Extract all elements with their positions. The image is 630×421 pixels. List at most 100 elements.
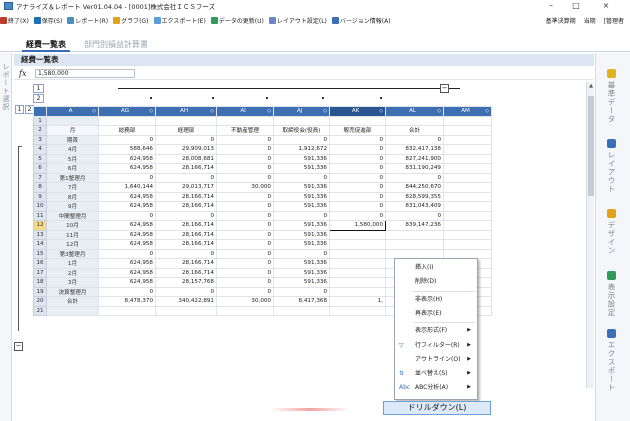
data-cell[interactable] bbox=[443, 153, 492, 164]
side-panel-tab-label[interactable]: 基準データ bbox=[606, 81, 617, 124]
data-cell[interactable]: 839,147,236 bbox=[385, 220, 444, 231]
data-cell[interactable]: 0 bbox=[216, 286, 274, 297]
row-label-cell[interactable] bbox=[46, 115, 99, 126]
row-label-cell[interactable] bbox=[46, 305, 99, 316]
context-menu-item[interactable]: ▽ 行フィルター(R) ▶ bbox=[395, 339, 477, 352]
data-cell[interactable]: 591,336 bbox=[273, 239, 330, 250]
data-cell[interactable]: 28,166,714 bbox=[155, 229, 217, 240]
menu-item-exit[interactable]: 終了(X) bbox=[0, 16, 29, 25]
context-menu-item[interactable]: 挿入(I) bbox=[395, 261, 477, 274]
data-cell[interactable]: 経理部 bbox=[155, 125, 217, 136]
data-cell[interactable]: 1,640,144 bbox=[98, 182, 156, 193]
context-menu-item[interactable]: 再表示(E) bbox=[395, 307, 477, 320]
row-number[interactable]: 10 bbox=[33, 201, 47, 212]
row-number[interactable]: 21 bbox=[33, 305, 47, 316]
row-number[interactable]: 18 bbox=[33, 277, 47, 288]
data-cell[interactable] bbox=[273, 305, 330, 316]
data-cell[interactable] bbox=[385, 229, 444, 240]
data-cell[interactable] bbox=[273, 115, 330, 126]
data-cell[interactable]: 624,958 bbox=[98, 153, 156, 164]
context-menu-item[interactable]: 削除(D) bbox=[395, 275, 477, 288]
menu-item-refresh[interactable]: データの更新(U) bbox=[210, 16, 264, 25]
row-label-cell[interactable]: 11月 bbox=[46, 229, 99, 240]
tab-department-pl[interactable]: 部門別損益計算書 bbox=[80, 38, 152, 52]
data-cell[interactable] bbox=[329, 286, 386, 297]
context-menu-item[interactable]: ⇅ 並べ替え(S) ▶ bbox=[395, 367, 477, 380]
row-label-cell[interactable]: 第3整理月 bbox=[46, 248, 99, 259]
row-number[interactable]: 20 bbox=[33, 296, 47, 307]
column-header-ak[interactable]: AK ◇ bbox=[329, 106, 386, 117]
menu-item-graph[interactable]: グラフ(G) bbox=[113, 16, 149, 25]
data-cell[interactable] bbox=[329, 248, 386, 259]
side-panel-tab-label[interactable]: デザイン bbox=[606, 221, 617, 255]
data-cell[interactable]: 591,336 bbox=[273, 153, 330, 164]
row-number[interactable]: 12 bbox=[33, 220, 47, 231]
data-cell[interactable]: 0 bbox=[155, 134, 217, 145]
row-number[interactable]: 3 bbox=[33, 134, 47, 145]
data-cell[interactable]: 8,417,368 bbox=[273, 296, 330, 307]
outline-row-1[interactable]: 1 bbox=[33, 84, 44, 93]
row-label-cell[interactable]: 9月 bbox=[46, 201, 99, 212]
data-cell[interactable]: 0 bbox=[216, 134, 274, 145]
data-cell[interactable] bbox=[443, 191, 492, 202]
row-number[interactable]: 11 bbox=[33, 210, 47, 221]
data-cell[interactable]: 624,958 bbox=[98, 201, 156, 212]
column-header-am[interactable]: AM ◇ bbox=[443, 106, 492, 117]
data-cell[interactable] bbox=[98, 115, 156, 126]
data-cell[interactable]: 827,241,900 bbox=[385, 153, 444, 164]
data-cell[interactable]: 30,000 bbox=[216, 296, 274, 307]
menu-item-layout[interactable]: レイアウト設定(L) bbox=[268, 16, 327, 25]
data-cell[interactable]: 0 bbox=[329, 144, 386, 155]
data-cell[interactable]: 0 bbox=[273, 134, 330, 145]
menu-item-export[interactable]: エクスポート(E) bbox=[153, 16, 206, 25]
row-label-cell[interactable]: 月 bbox=[46, 125, 99, 136]
data-cell[interactable] bbox=[329, 305, 386, 316]
row-label-cell[interactable]: 7月 bbox=[46, 182, 99, 193]
data-cell[interactable]: 0 bbox=[273, 210, 330, 221]
data-cell[interactable]: 0 bbox=[155, 286, 217, 297]
data-cell[interactable]: 0 bbox=[216, 191, 274, 202]
row-label-cell[interactable]: 10月 bbox=[46, 220, 99, 231]
outline-row-2[interactable]: 2 bbox=[33, 94, 44, 103]
column-group-collapse-button[interactable]: − bbox=[440, 84, 449, 93]
row-number[interactable]: 13 bbox=[33, 229, 47, 240]
data-cell[interactable] bbox=[443, 134, 492, 145]
data-cell[interactable]: 0 bbox=[329, 153, 386, 164]
data-cell[interactable]: 0 bbox=[216, 210, 274, 221]
data-cell[interactable] bbox=[443, 115, 492, 126]
data-cell[interactable]: 624,958 bbox=[98, 229, 156, 240]
data-cell[interactable]: 828,599,355 bbox=[385, 191, 444, 202]
data-cell[interactable]: 0 bbox=[385, 134, 444, 145]
grid-corner[interactable] bbox=[33, 106, 47, 117]
data-cell[interactable] bbox=[443, 220, 492, 231]
data-cell[interactable]: 0 bbox=[329, 163, 386, 174]
data-cell[interactable]: 624,958 bbox=[98, 267, 156, 278]
row-label-cell[interactable]: 2月 bbox=[46, 267, 99, 278]
row-number[interactable]: 19 bbox=[33, 286, 47, 297]
data-cell[interactable]: 624,958 bbox=[98, 163, 156, 174]
data-cell[interactable] bbox=[443, 210, 492, 221]
data-cell[interactable]: 831,190,249 bbox=[385, 163, 444, 174]
data-cell[interactable]: 0 bbox=[98, 210, 156, 221]
data-cell[interactable]: 591,336 bbox=[273, 163, 330, 174]
data-cell[interactable]: 28,166,714 bbox=[155, 191, 217, 202]
data-cell[interactable]: 8,478,370 bbox=[98, 296, 156, 307]
row-number[interactable]: 14 bbox=[33, 239, 47, 250]
data-cell[interactable]: 831,043,409 bbox=[385, 201, 444, 212]
menu-item-info[interactable]: バージョン情報(A) bbox=[331, 16, 391, 25]
drilldown-menu-item[interactable]: ドリルダウン(L) bbox=[383, 401, 491, 415]
data-cell[interactable] bbox=[443, 239, 492, 250]
data-cell[interactable]: 28,157,768 bbox=[155, 277, 217, 288]
design-icon[interactable] bbox=[607, 209, 616, 218]
data-cell[interactable]: 624,958 bbox=[98, 258, 156, 269]
data-cell[interactable]: 0 bbox=[155, 210, 217, 221]
data-cell[interactable]: 28,166,714 bbox=[155, 267, 217, 278]
data-cell[interactable] bbox=[329, 239, 386, 250]
data-cell[interactable]: 0 bbox=[385, 172, 444, 183]
data-cell[interactable]: 0 bbox=[216, 239, 274, 250]
data-cell[interactable]: 832,417,138 bbox=[385, 144, 444, 155]
data-cell[interactable]: 0 bbox=[98, 134, 156, 145]
data-cell[interactable]: 29,909,013 bbox=[155, 144, 217, 155]
row-label-cell[interactable]: 第1整理月 bbox=[46, 172, 99, 183]
data-cell[interactable]: 0 bbox=[216, 144, 274, 155]
